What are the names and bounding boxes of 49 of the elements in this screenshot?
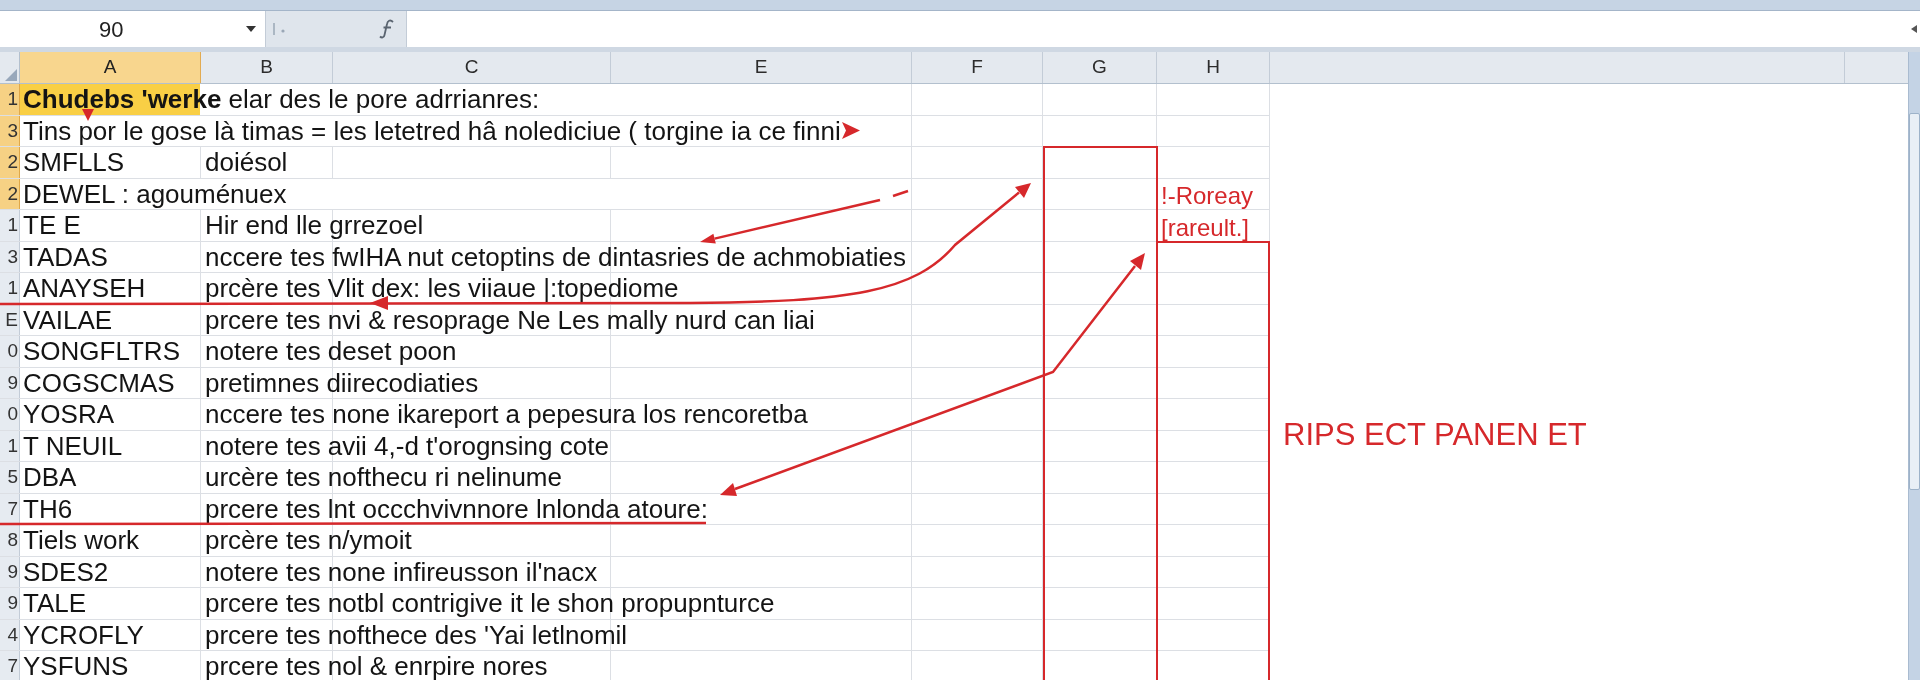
row-header[interactable]: 1 [0, 210, 20, 241]
cell-text: SMFLLS [22, 152, 125, 173]
caret-icon [246, 26, 256, 32]
caret-icon[interactable] [1911, 25, 1917, 33]
cell-text: doiésol [204, 152, 288, 173]
function-icon[interactable] [379, 19, 395, 39]
grip-icon [272, 23, 286, 35]
cell-text: YOSRA [22, 404, 115, 425]
cell-text: COGSCMAS [22, 372, 175, 393]
cell-text: YCROFLY [22, 624, 144, 645]
row-header[interactable]: 0 [0, 399, 20, 430]
cell-text: urcère tes nofthecu ri nelinume [204, 467, 562, 488]
row-header[interactable]: 3 [0, 115, 20, 146]
cell-text: TE E [22, 215, 81, 236]
annotation-text: RIPS ECT PANEN ET [1283, 417, 1587, 452]
cell-text: VAILAE [22, 309, 113, 330]
cell-text: SONGFLTRS [22, 341, 180, 362]
cell-text: notere tes none infireusson il'nacx [204, 561, 598, 582]
annotation-label: !-Roreay [rareult.] [1161, 181, 1254, 243]
cell-text: SDES2 [22, 561, 109, 582]
cell-text: YSFUNS [22, 656, 129, 677]
cell-text: T NEUIL [22, 435, 123, 456]
triangle-icon [5, 69, 17, 81]
cell-text: DBA [22, 467, 77, 488]
row-header[interactable]: 2 [0, 147, 20, 178]
row-header[interactable]: 4 [0, 619, 20, 650]
scrollbar-thumb[interactable] [1909, 113, 1920, 490]
arrowhead-icon [82, 109, 94, 121]
cell-text: Tiels work [22, 530, 140, 551]
row-header[interactable]: 8 [0, 525, 20, 556]
row-header[interactable]: 9 [0, 588, 20, 619]
row-header[interactable]: 9 [0, 556, 20, 587]
row-header[interactable]: 5 [0, 462, 20, 493]
cell-text: TH6 [22, 498, 73, 519]
arrowhead-icon [841, 122, 860, 140]
row-header[interactable]: 7 [0, 651, 20, 680]
cell-text: TALE [22, 593, 87, 614]
scrollbar-track[interactable] [1908, 52, 1920, 680]
row-header[interactable]: 1 [0, 430, 20, 461]
row-header[interactable]: 1 [0, 273, 20, 304]
row-header[interactable]: 2 [0, 178, 20, 209]
cell-text: ANAYSEH [22, 278, 146, 299]
row-header[interactable]: 3 [0, 241, 20, 272]
row-header[interactable]: 9 [0, 367, 20, 398]
column-header[interactable]: A [20, 52, 201, 83]
row-header[interactable]: 1 [0, 84, 20, 115]
row-header[interactable]: E [0, 304, 20, 335]
cell-text: TADAS [22, 246, 108, 267]
row-header[interactable]: 0 [0, 336, 20, 367]
